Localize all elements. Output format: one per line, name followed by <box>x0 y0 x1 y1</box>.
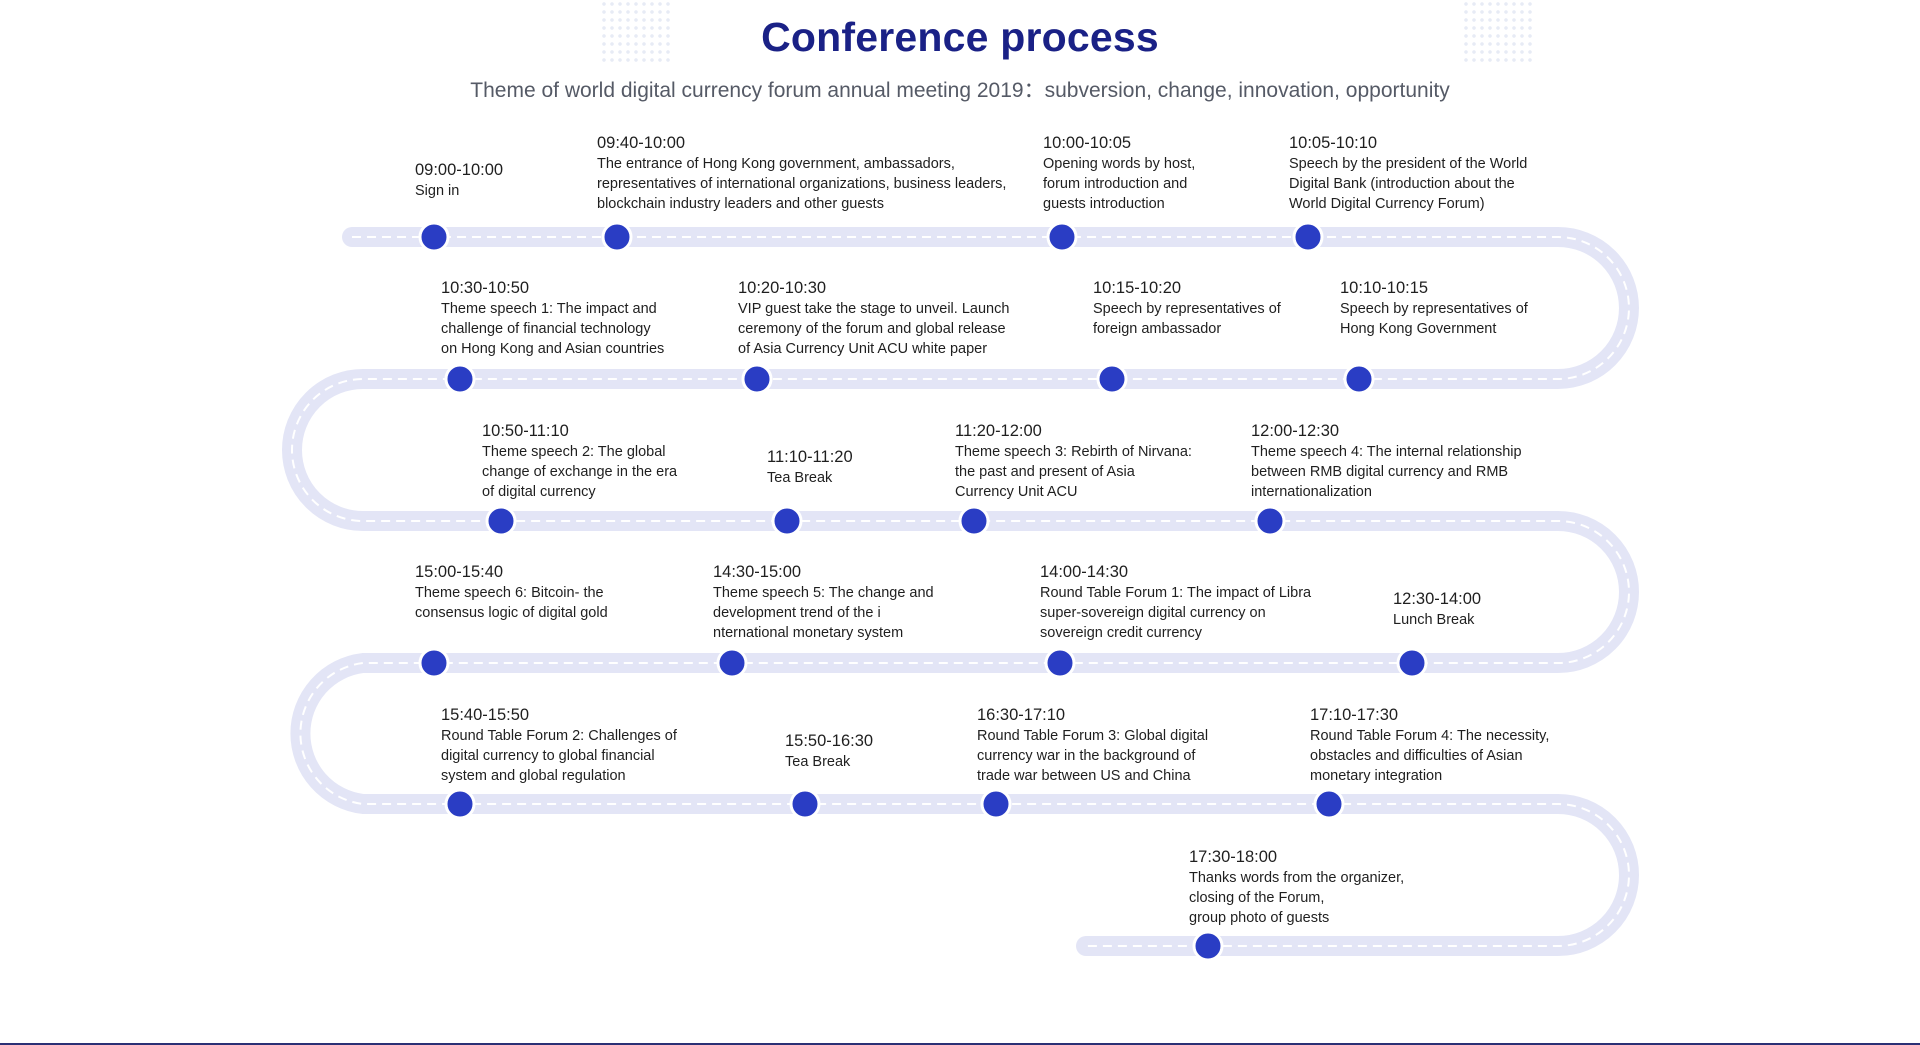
event-description: Lunch Break <box>1393 612 1475 628</box>
timeline-node <box>1343 363 1375 395</box>
timeline-event: 10:30-10:50 Theme speech 1: The impact an… <box>441 278 664 359</box>
timeline-event: 15:40-15:50 Round Table Forum 2: Challeng… <box>441 705 677 786</box>
timeline-node <box>418 647 450 679</box>
event-description: Theme speech 5: The change and developme… <box>713 585 934 641</box>
event-time: 10:15-10:20 <box>1093 279 1182 297</box>
timeline-event: 10:00-10:05 Opening words by host, forum … <box>1043 133 1195 214</box>
event-time: 09:40-10:00 <box>597 134 686 152</box>
event-time: 12:30-14:00 <box>1393 590 1482 608</box>
event-time: 10:50-11:10 <box>482 422 569 440</box>
event-time: 15:40-15:50 <box>441 706 530 724</box>
timeline-node <box>418 221 450 253</box>
event-description: Tea Break <box>767 470 833 486</box>
timeline-node <box>1044 647 1076 679</box>
event-description: Theme speech 3: Rebirth of Nirvana: the … <box>955 444 1192 500</box>
event-time: 15:00-15:40 <box>415 563 504 581</box>
timeline-event: 10:10-10:15 Speech by representatives of … <box>1340 278 1528 339</box>
event-description: Theme speech 4: The internal relationshi… <box>1251 444 1522 500</box>
event-description: Sign in <box>415 183 460 199</box>
event-time: 16:30-17:10 <box>977 706 1066 724</box>
event-time: 14:30-15:00 <box>713 563 802 581</box>
event-time: 11:20-12:00 <box>955 422 1042 440</box>
timeline-node <box>741 363 773 395</box>
timeline-event: 10:05-10:10 Speech by the president of th… <box>1289 133 1527 214</box>
timeline-node <box>1096 363 1128 395</box>
timeline-event: 16:30-17:10 Round Table Forum 3: Global d… <box>977 705 1208 786</box>
timeline-node <box>485 505 517 537</box>
event-time: 17:10-17:30 <box>1310 706 1399 724</box>
timeline-event: 12:00-12:30 Theme speech 4: The internal … <box>1251 421 1522 502</box>
timeline-event: 09:00-10:00 Sign in <box>415 160 503 201</box>
timeline-event: 09:40-10:00 The entrance of Hong Kong gov… <box>597 133 1006 214</box>
event-time: 09:00-10:00 <box>415 161 504 179</box>
timeline-node <box>980 788 1012 820</box>
event-description: Opening words by host, forum introductio… <box>1043 156 1196 212</box>
event-description: Round Table Forum 1: The impact of Libra… <box>1040 585 1312 641</box>
timeline-event: 10:15-10:20 Speech by representatives of … <box>1093 278 1281 339</box>
event-description: VIP guest take the stage to unveil. Laun… <box>738 301 1010 357</box>
event-description: Theme speech 6: Bitcoin- the consensus l… <box>415 585 608 621</box>
event-time: 14:00-14:30 <box>1040 563 1129 581</box>
event-description: The entrance of Hong Kong government, am… <box>597 156 1007 212</box>
timeline-node <box>601 221 633 253</box>
timeline-event: 17:10-17:30 Round Table Forum 4: The nece… <box>1310 705 1549 786</box>
event-description: Round Table Forum 4: The necessity, obst… <box>1310 728 1550 784</box>
timeline-node <box>1254 505 1286 537</box>
timeline-event: 12:30-14:00 Lunch Break <box>1393 589 1481 630</box>
event-description: Theme speech 1: The impact and challenge… <box>441 301 665 357</box>
timeline-node <box>1396 647 1428 679</box>
timeline-node <box>771 505 803 537</box>
event-time: 10:05-10:10 <box>1289 134 1378 152</box>
event-time: 10:20-10:30 <box>738 279 827 297</box>
event-description: Speech by representatives of Hong Kong G… <box>1340 301 1528 337</box>
timeline-event: 10:20-10:30 VIP guest take the stage to u… <box>738 278 1009 359</box>
timeline-node <box>1046 221 1078 253</box>
timeline-node <box>444 788 476 820</box>
event-time: 10:10-10:15 <box>1340 279 1429 297</box>
timeline-event: 17:30-18:00 Thanks words from the organiz… <box>1189 847 1404 928</box>
event-description: Speech by the president of the World Dig… <box>1289 156 1528 212</box>
timeline-node <box>444 363 476 395</box>
timeline-node <box>716 647 748 679</box>
conference-process-page: Conference process Theme of world digita… <box>0 0 1920 1045</box>
event-description: Speech by representatives of foreign amb… <box>1093 301 1281 337</box>
event-time: 15:50-16:30 <box>785 732 874 750</box>
timeline-node <box>789 788 821 820</box>
event-time: 11:10-11:20 <box>767 448 853 466</box>
timeline-event: 14:00-14:30 Round Table Forum 1: The impa… <box>1040 562 1311 643</box>
timeline-event: 15:00-15:40 Theme speech 6: Bitcoin- the … <box>415 562 608 623</box>
timeline-event: 10:50-11:10 Theme speech 2: The global ch… <box>482 421 677 502</box>
timeline-node <box>1192 930 1224 962</box>
event-time: 17:30-18:00 <box>1189 848 1278 866</box>
event-time: 10:00-10:05 <box>1043 134 1132 152</box>
event-time: 10:30-10:50 <box>441 279 530 297</box>
timeline-event: 14:30-15:00 Theme speech 5: The change an… <box>713 562 934 643</box>
timeline-node <box>1313 788 1345 820</box>
event-description: Theme speech 2: The global change of exc… <box>482 444 678 500</box>
timeline-node <box>1292 221 1324 253</box>
event-description: Tea Break <box>785 754 851 770</box>
event-description: Round Table Forum 2: Challenges of digit… <box>441 728 677 784</box>
timeline-event: 15:50-16:30 Tea Break <box>785 731 873 772</box>
event-description: Round Table Forum 3: Global digital curr… <box>977 728 1209 784</box>
event-time: 12:00-12:30 <box>1251 422 1340 440</box>
timeline-node <box>958 505 990 537</box>
timeline-event: 11:10-11:20 Tea Break <box>767 447 853 488</box>
event-description: Thanks words from the organizer, closing… <box>1189 870 1405 926</box>
timeline-event: 11:20-12:00 Theme speech 3: Rebirth of Ni… <box>955 421 1192 502</box>
